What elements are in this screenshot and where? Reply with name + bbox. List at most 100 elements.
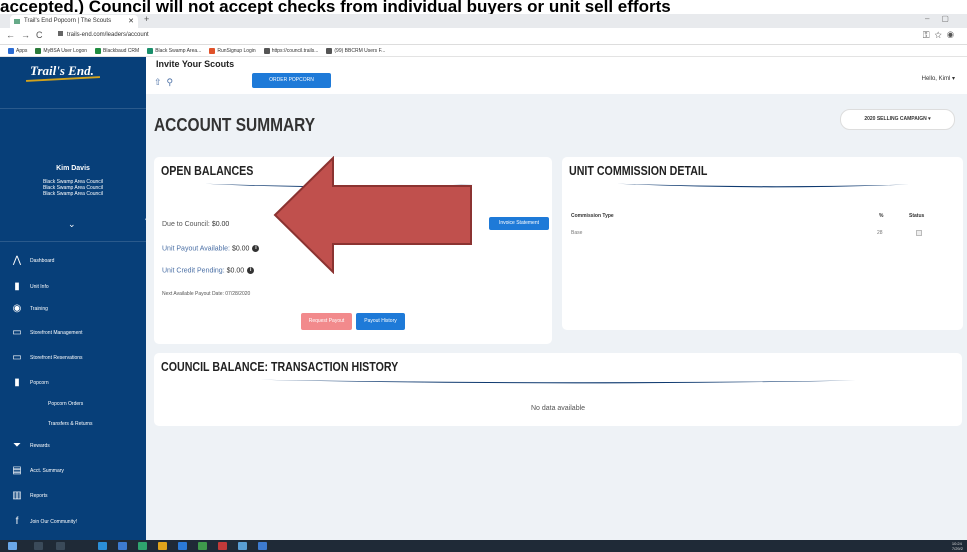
title-swoosh [616,183,910,188]
popcorn-icon: ▮ [14,377,20,388]
app-icon[interactable] [118,542,127,550]
commission-percent-cell: 28 [877,230,883,236]
sidebar-item-dashboard[interactable]: ⋀ Dashboard [0,253,146,269]
logo[interactable]: Trail's End. [0,57,146,109]
sidebar: Trail's End. Kim Davis Black Swamp Area … [0,57,146,540]
user-name: Kim Davis [56,165,90,172]
window-controls[interactable]: –▢ [925,14,961,23]
sidebar-item-unit-info[interactable]: ▮ Unit Info [0,279,146,295]
app-icon[interactable] [178,542,187,550]
card-title: UNIT COMMISSION DETAIL [569,163,708,178]
sidebar-item-label: Dashboard [30,258,55,264]
invoice-statement-button[interactable]: Invoice Statement [489,217,549,230]
due-to-council: Due to Council: $0.00 [162,221,230,228]
sidebar-item-label: Join Our Community! [30,519,77,525]
sidebar-divider [0,241,146,242]
sidebar-item-label: Transfers & Returns [48,421,93,427]
edge-icon[interactable] [98,542,107,550]
bookmark-item[interactable]: Blackbaud CRM [95,45,139,56]
clock[interactable]: 10:24 7/29/2 [952,541,963,551]
task-view-icon[interactable] [56,542,65,550]
trophy-icon: ⏷ [13,440,21,451]
sidebar-item-label: Unit Info [30,284,49,290]
request-payout-button[interactable]: Request Payout [301,313,352,330]
app-icon[interactable] [198,542,207,550]
app-icon[interactable] [138,542,147,550]
app-icon[interactable] [258,542,267,550]
site-favicon-icon [14,19,20,24]
chevron-down-icon[interactable]: ⌄ [68,219,76,230]
nav-buttons[interactable]: ←→C [6,30,49,40]
bookmark-icon [8,47,14,54]
empty-state-text: No data available [530,405,586,412]
order-popcorn-button[interactable]: ORDER POPCORN [252,73,331,88]
bookmark-icon [263,47,270,54]
sidebar-item-rewards[interactable]: ⏷ Rewards [0,438,146,454]
council-name: Black Swamp Area Council [42,191,104,197]
bookmarks-bar: Apps MyBSA User Logon Blackbaud CRM Black S… [0,45,967,57]
sidebar-item-label: Training [30,306,48,312]
page-title: ACCOUNT SUMMARY [154,115,316,135]
app-icon[interactable] [238,542,247,550]
payout-history-button[interactable]: Payout History [356,313,405,330]
sidebar-item-training[interactable]: ◉ Training [0,301,146,317]
account-summary-icon: ▤ [12,465,22,476]
card-title: COUNCIL BALANCE: TRANSACTION HISTORY [161,359,399,374]
bookmark-icon [95,47,102,54]
sidebar-item-storefront-management[interactable]: ▭ Storefront Management [0,325,146,341]
lock-icon [58,31,63,36]
share-icon[interactable]: ⇧ [154,77,167,87]
info-icon[interactable]: i [247,267,255,274]
sidebar-item-label: Storefront Reservations [30,355,83,361]
next-payout-date: Next Available Payout Date: 07/28/2020 [162,291,251,297]
info-icon[interactable]: i [252,245,260,252]
app-icon[interactable] [218,542,227,550]
main-content: Invite Your Scouts ⇧⚲ ORDER POPCORN Hell… [146,57,967,540]
bookmark-icon [35,47,42,54]
bookmark-item[interactable]: MyBSA User Logon [35,45,87,56]
bookmark-item[interactable]: Apps [8,45,27,56]
chrome-icon[interactable] [158,542,167,550]
sidebar-item-acct-summary[interactable]: ▤ Acct. Summary [0,463,146,479]
share-icons[interactable]: ⇧⚲ [154,77,178,88]
campaign-dropdown[interactable]: 2020 SELLING CAMPAIGN ▾ [840,109,955,130]
top-bar: Invite Your Scouts ⇧⚲ ORDER POPCORN Hell… [146,57,967,94]
scout-icon[interactable]: ⚲ [167,77,179,87]
annotation-arrow [273,156,472,274]
bookmark-item[interactable]: (99) BBCRM Users F... [326,45,385,56]
bookmark-item[interactable]: Black Swamp Area... [147,45,201,56]
sidebar-item-transfers-returns[interactable]: Transfers & Returns [0,416,146,432]
transaction-history-card: COUNCIL BALANCE: TRANSACTION HISTORY No … [154,353,962,426]
invite-scouts-label: Invite Your Scouts [156,59,235,69]
dashboard-icon: ⋀ [12,255,22,266]
browser-tab[interactable]: Trail's End Popcorn | The Scouts ✕ [10,15,138,28]
sidebar-item-label: Popcorn Orders [48,401,84,407]
url-field[interactable]: trails-end.com/leaders/account [58,31,149,38]
unit-payout-available: Unit Payout Available: $0.00 i [162,245,260,252]
tab-title: Trail's End Popcorn | The Scouts [24,18,112,24]
storefront-reservations-icon: ▭ [12,352,22,363]
browser-actions[interactable]: ⚿☆◉ [923,30,959,41]
commission-type-cell: Base [571,230,583,236]
search-icon[interactable] [34,542,43,550]
close-tab-icon[interactable]: ✕ [128,15,134,28]
title-swoosh [259,379,856,384]
new-tab-button[interactable]: + [144,14,149,24]
start-icon[interactable] [8,542,17,550]
status-checkbox[interactable] [916,230,922,236]
sidebar-item-join-our-community[interactable]: f Join Our Community! [0,514,146,530]
training-icon: ◉ [12,303,22,314]
bookmark-item[interactable]: https://council.trails... [263,45,318,56]
card-title: OPEN BALANCES [161,163,254,178]
sidebar-item-label: Rewards [30,443,50,449]
sidebar-item-popcorn-orders[interactable]: Popcorn Orders [0,396,146,412]
sidebar-item-popcorn[interactable]: ▮ Popcorn [0,375,146,391]
user-menu[interactable]: Hello, Kiml ▾ [922,75,955,82]
user-info: Kim Davis Black Swamp Area Council Black… [0,165,146,197]
bookmark-item[interactable]: RunSignup Login [209,45,256,56]
sidebar-item-reports[interactable]: ▥ Reports [0,488,146,504]
sidebar-item-storefront-reservations[interactable]: ▭ Storefront Reservations [0,350,146,366]
column-header: Commission Type [571,213,614,219]
browser-tab-strip: Trail's End Popcorn | The Scouts ✕ + –▢ [0,14,967,28]
sidebar-item-label: Acct. Summary [30,468,64,474]
